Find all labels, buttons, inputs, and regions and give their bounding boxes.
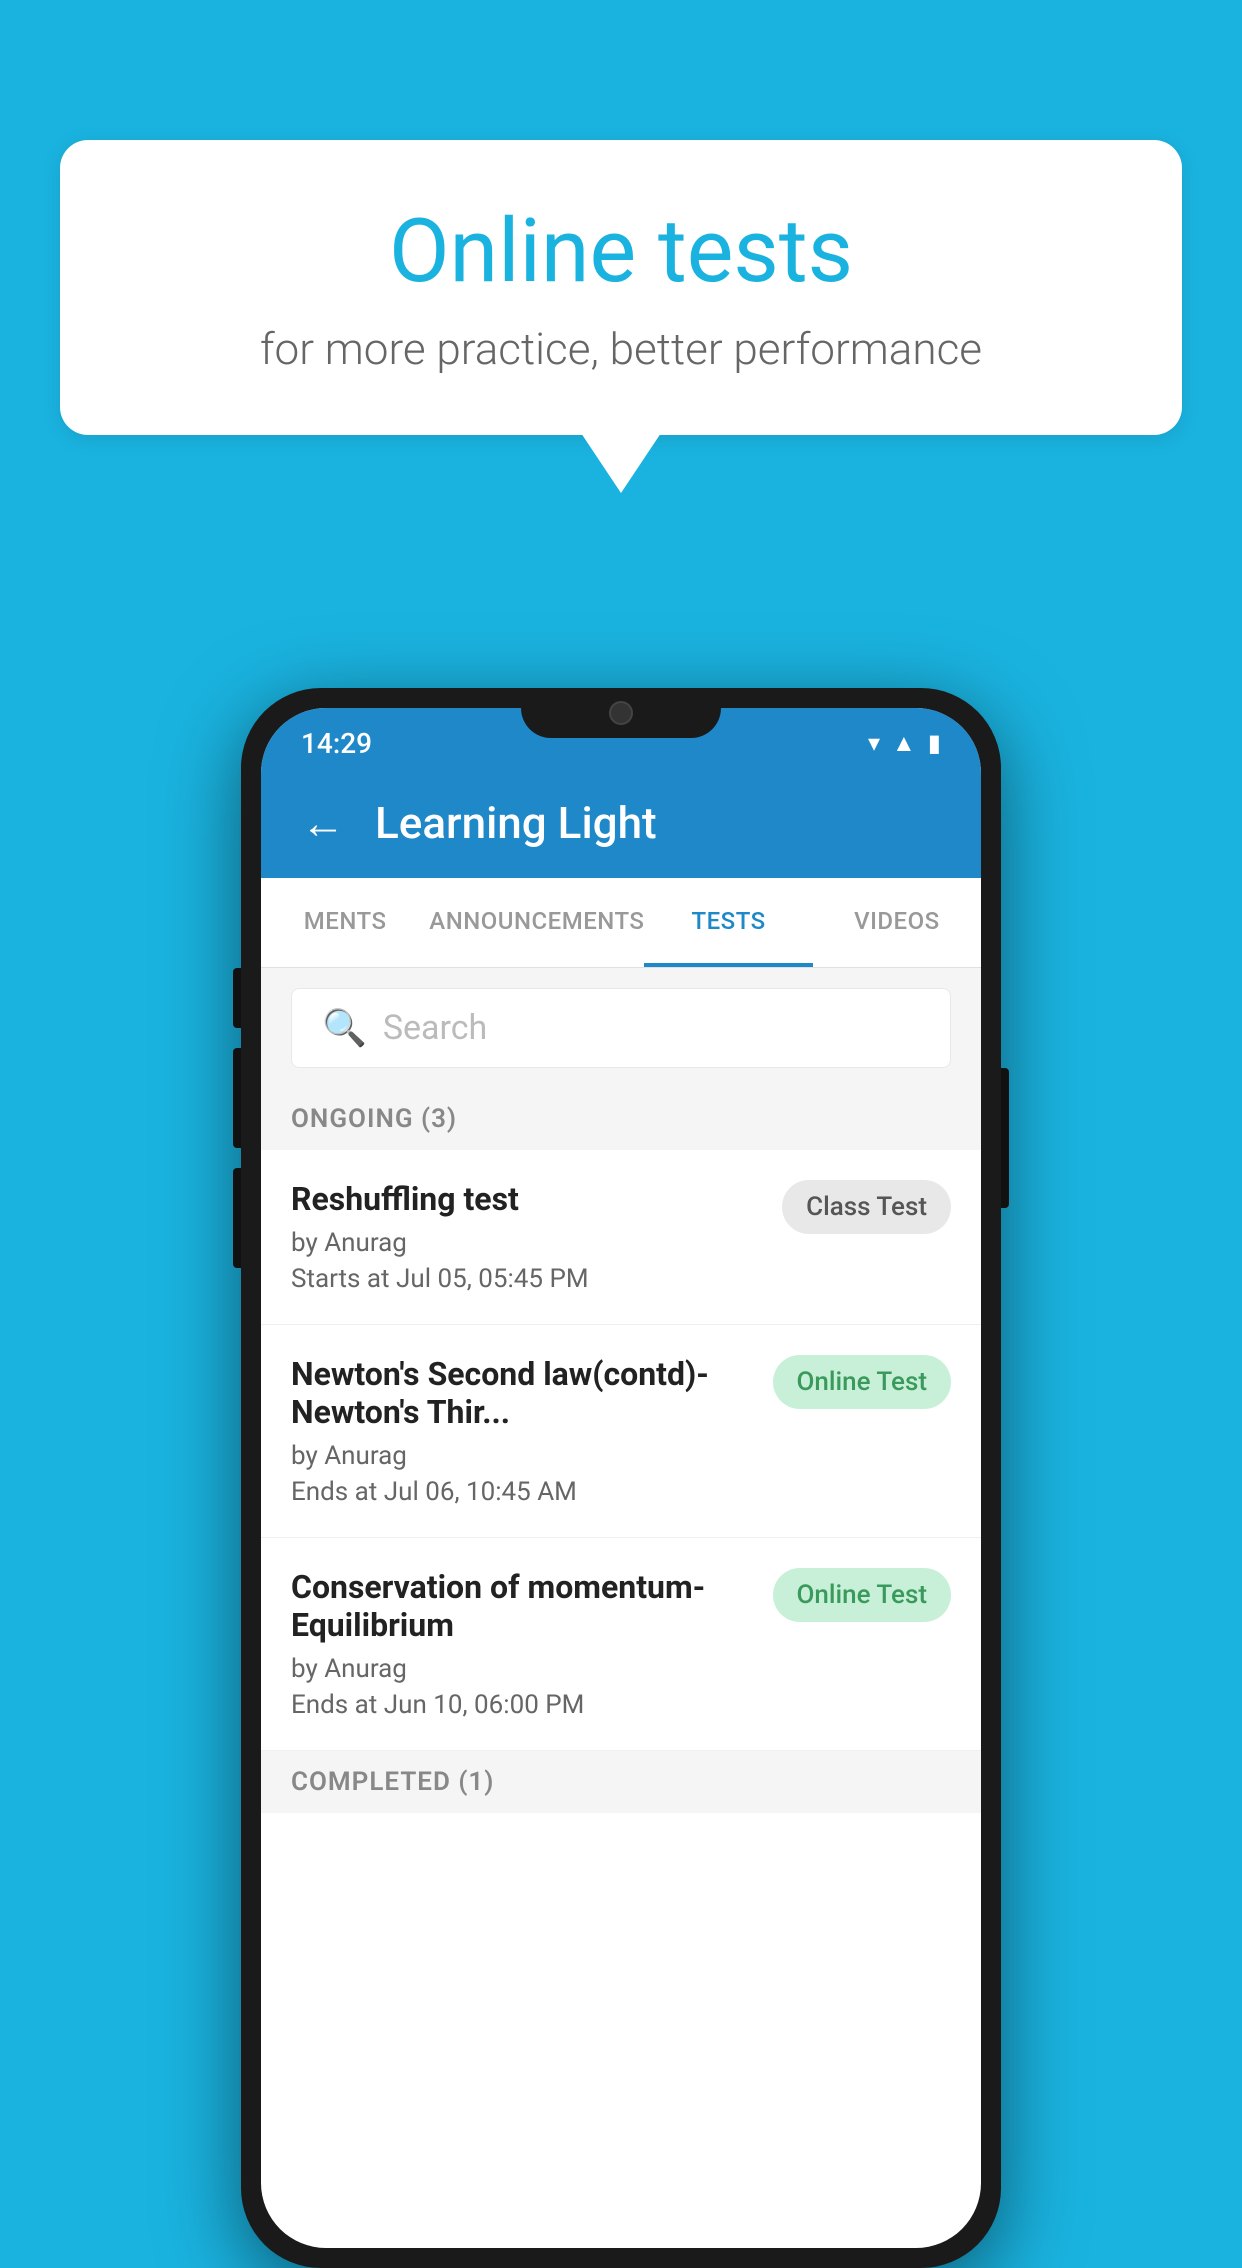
bubble-subtitle: for more practice, better performance bbox=[140, 323, 1102, 375]
ongoing-section-header: ONGOING (3) bbox=[261, 1088, 981, 1150]
phone-camera bbox=[609, 701, 633, 725]
test-name: Newton's Second law(contd)-Newton's Thir… bbox=[291, 1355, 753, 1431]
tab-videos[interactable]: VIDEOS bbox=[813, 878, 981, 967]
completed-section-header: COMPLETED (1) bbox=[261, 1751, 981, 1813]
tab-tests[interactable]: TESTS bbox=[644, 878, 812, 967]
test-item[interactable]: Conservation of momentum-Equilibrium by … bbox=[261, 1538, 981, 1751]
test-list: Reshuffling test by Anurag Starts at Jul… bbox=[261, 1150, 981, 1751]
test-name: Conservation of momentum-Equilibrium bbox=[291, 1568, 753, 1644]
phone-button-volume-down bbox=[233, 1168, 241, 1268]
speech-bubble-tail bbox=[581, 433, 661, 493]
speech-bubble-container: Online tests for more practice, better p… bbox=[60, 140, 1182, 493]
app-title: Learning Light bbox=[375, 797, 657, 849]
test-badge-class: Class Test bbox=[782, 1180, 951, 1234]
test-date: Ends at Jun 10, 06:00 PM bbox=[291, 1690, 753, 1720]
wifi-icon: ▾ bbox=[868, 729, 880, 757]
test-date: Starts at Jul 05, 05:45 PM bbox=[291, 1264, 762, 1294]
search-container: 🔍 Search bbox=[261, 968, 981, 1088]
test-date: Ends at Jul 06, 10:45 AM bbox=[291, 1477, 753, 1507]
phone-frame: 14:29 ▾ ▲ ▮ ← Learning Light MENTS ANNOU… bbox=[241, 688, 1001, 2268]
bubble-title: Online tests bbox=[140, 200, 1102, 303]
speech-bubble: Online tests for more practice, better p… bbox=[60, 140, 1182, 435]
search-placeholder: Search bbox=[383, 1008, 487, 1048]
test-info: Reshuffling test by Anurag Starts at Jul… bbox=[291, 1180, 762, 1294]
signal-icon: ▲ bbox=[892, 729, 916, 758]
tab-ments[interactable]: MENTS bbox=[261, 878, 429, 967]
completed-label: COMPLETED (1) bbox=[291, 1767, 494, 1797]
background: Online tests for more practice, better p… bbox=[0, 0, 1242, 2208]
phone-button-power bbox=[1001, 1068, 1009, 1208]
ongoing-label: ONGOING (3) bbox=[291, 1104, 457, 1134]
test-item[interactable]: Reshuffling test by Anurag Starts at Jul… bbox=[261, 1150, 981, 1325]
test-name: Reshuffling test bbox=[291, 1180, 762, 1218]
tab-announcements[interactable]: ANNOUNCEMENTS bbox=[429, 878, 644, 967]
phone-button-volume-mute bbox=[233, 968, 241, 1028]
test-info: Newton's Second law(contd)-Newton's Thir… bbox=[291, 1355, 753, 1507]
phone-screen: 14:29 ▾ ▲ ▮ ← Learning Light MENTS ANNOU… bbox=[261, 708, 981, 2248]
test-author: by Anurag bbox=[291, 1228, 762, 1258]
phone-button-volume-up bbox=[233, 1048, 241, 1148]
phone-notch bbox=[521, 688, 721, 738]
test-badge-online: Online Test bbox=[773, 1355, 952, 1409]
search-icon: 🔍 bbox=[322, 1007, 367, 1049]
search-bar[interactable]: 🔍 Search bbox=[291, 988, 951, 1068]
status-time: 14:29 bbox=[301, 727, 372, 760]
status-icons: ▾ ▲ ▮ bbox=[868, 729, 941, 758]
test-author: by Anurag bbox=[291, 1441, 753, 1471]
test-author: by Anurag bbox=[291, 1654, 753, 1684]
test-info: Conservation of momentum-Equilibrium by … bbox=[291, 1568, 753, 1720]
app-header: ← Learning Light bbox=[261, 768, 981, 878]
test-item[interactable]: Newton's Second law(contd)-Newton's Thir… bbox=[261, 1325, 981, 1538]
battery-icon: ▮ bbox=[928, 729, 941, 757]
test-badge-online: Online Test bbox=[773, 1568, 952, 1622]
tab-bar: MENTS ANNOUNCEMENTS TESTS VIDEOS bbox=[261, 878, 981, 968]
back-button[interactable]: ← bbox=[301, 797, 345, 849]
